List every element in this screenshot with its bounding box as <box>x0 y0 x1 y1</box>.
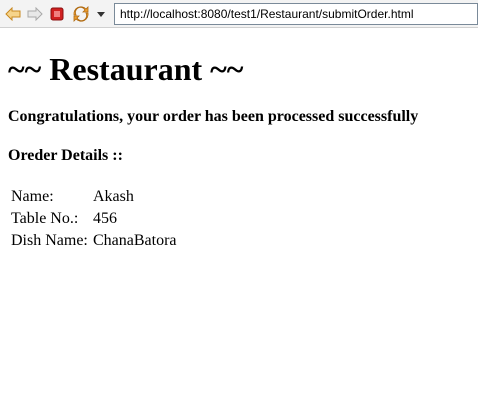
address-bar[interactable]: http://localhost:8080/test1/Restaurant/s… <box>114 3 478 25</box>
detail-value: Akash <box>93 188 134 205</box>
dropdown-arrow-icon[interactable] <box>92 5 110 23</box>
detail-value: 456 <box>93 210 117 227</box>
detail-label: Table No.: <box>11 210 79 227</box>
details-title: Oreder Details :: <box>8 147 123 164</box>
page-title: ~~ Restaurant ~~ <box>8 51 244 87</box>
table-row: Table No.: 456 <box>10 209 178 229</box>
table-row: Name: Akash <box>10 187 178 207</box>
page-content: ~~ Restaurant ~~ Congratulations, your o… <box>0 50 478 253</box>
detail-label: Dish Name: <box>11 232 88 249</box>
success-message: Congratulations, your order has been pro… <box>8 108 419 125</box>
detail-value: ChanaBatora <box>93 232 177 249</box>
stop-icon[interactable] <box>48 5 66 23</box>
refresh-icon[interactable] <box>72 5 90 23</box>
table-row: Dish Name: ChanaBatora <box>10 231 178 251</box>
detail-label: Name: <box>11 188 54 205</box>
order-details-table: Name: Akash Table No.: 456 Dish Name: Ch… <box>8 185 180 253</box>
browser-toolbar: http://localhost:8080/test1/Restaurant/s… <box>0 0 478 28</box>
arrow-left-icon[interactable] <box>4 5 22 23</box>
arrow-right-icon[interactable] <box>26 5 44 23</box>
